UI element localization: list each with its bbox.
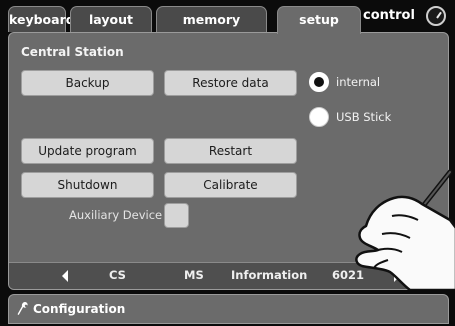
configuration-bar[interactable]: Configuration bbox=[8, 294, 449, 324]
radio-usb-stick-label: USB Stick bbox=[336, 110, 392, 124]
wrench-icon bbox=[17, 302, 28, 315]
auxiliary-device-checkbox[interactable] bbox=[164, 203, 189, 228]
chevron-left-icon[interactable] bbox=[61, 270, 69, 282]
auxiliary-device-label: Auxiliary Device bbox=[69, 208, 163, 222]
tab-memory[interactable]: memory bbox=[156, 6, 267, 32]
tab-layout[interactable]: layout bbox=[70, 6, 152, 32]
configuration-label: Configuration bbox=[33, 302, 126, 316]
restore-data-button[interactable]: Restore data bbox=[164, 70, 297, 96]
update-program-button[interactable]: Update program bbox=[21, 138, 154, 164]
shutdown-button[interactable]: Shutdown bbox=[21, 172, 154, 198]
radio-usb-stick[interactable] bbox=[309, 107, 329, 127]
section-title: Central Station bbox=[21, 45, 124, 59]
tab-keyboard[interactable]: keyboard bbox=[8, 6, 75, 32]
tab-control[interactable]: control bbox=[363, 8, 415, 23]
nav-information[interactable]: Information bbox=[231, 268, 307, 282]
nav-cs[interactable]: CS bbox=[109, 268, 126, 282]
calibrate-button[interactable]: Calibrate bbox=[164, 172, 297, 198]
radio-internal[interactable] bbox=[309, 72, 329, 92]
backup-button[interactable]: Backup bbox=[21, 70, 154, 96]
pointing-hand-stylus-icon bbox=[355, 169, 455, 290]
clock-icon[interactable] bbox=[426, 6, 446, 26]
restart-button[interactable]: Restart bbox=[164, 138, 297, 164]
radio-internal-label: internal bbox=[336, 75, 381, 89]
nav-ms[interactable]: MS bbox=[184, 268, 204, 282]
tab-setup[interactable]: setup bbox=[277, 6, 361, 34]
